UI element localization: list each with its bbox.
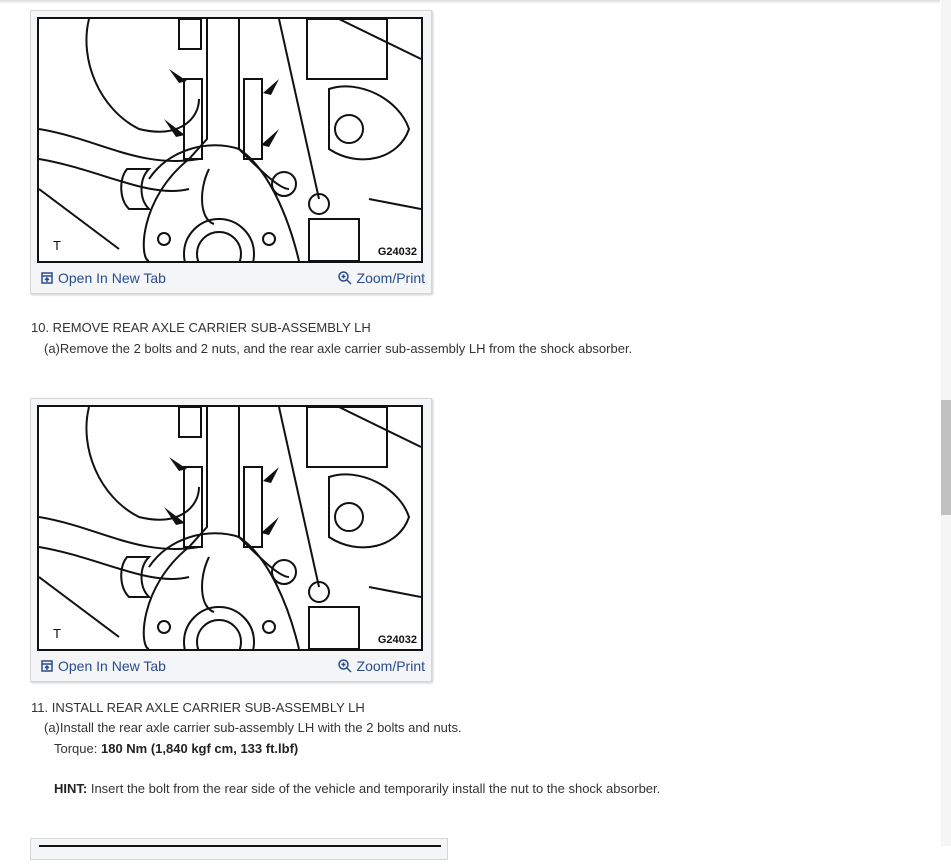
diagram-code: G24032 bbox=[377, 634, 417, 646]
step-10-title: 10. REMOVE REAR AXLE CARRIER SUB-ASSEMBL… bbox=[31, 320, 371, 335]
hint-text: Insert the bolt from the rear side of th… bbox=[87, 781, 661, 796]
scrollbar-thumb[interactable] bbox=[941, 400, 951, 515]
zoom-print-label: Zoom/Print bbox=[356, 658, 425, 674]
zoom-in-icon bbox=[337, 659, 352, 673]
torque-value: 180 Nm (1,840 kgf cm, 133 ft.lbf) bbox=[100, 741, 299, 756]
torque-label: Torque: bbox=[54, 741, 101, 756]
open-in-new-tab-link[interactable]: Open In New Tab bbox=[41, 270, 166, 286]
zoom-print-link[interactable]: Zoom/Print bbox=[337, 658, 425, 674]
diagram-corner-label: T bbox=[53, 626, 61, 641]
torque-spec: Torque: 180 Nm (1,840 kgf cm, 133 ft.lbf… bbox=[54, 741, 298, 756]
step-10-instruction: (a)Remove the 2 bolts and 2 nuts, and th… bbox=[44, 341, 633, 356]
step-11-title: 11. INSTALL REAR AXLE CARRIER SUB-ASSEMB… bbox=[31, 700, 365, 715]
diagram-corner-label: T bbox=[53, 238, 61, 253]
hint: HINT: Insert the bolt from the rear side… bbox=[54, 781, 660, 796]
diagram-image[interactable]: T G24032 bbox=[37, 17, 423, 263]
figure-3 bbox=[30, 838, 448, 860]
open-in-new-tab-link[interactable]: Open In New Tab bbox=[41, 658, 166, 674]
figure-2: T G24032 Open In New Tab Zoom/Print bbox=[30, 398, 432, 682]
header-shadow bbox=[0, 0, 940, 4]
zoom-in-icon bbox=[337, 271, 352, 285]
zoom-print-link[interactable]: Zoom/Print bbox=[337, 270, 425, 286]
diagram-image[interactable]: T G24032 bbox=[37, 405, 423, 651]
open-new-tab-icon bbox=[41, 272, 53, 284]
step-11-instruction: (a)Install the rear axle carrier sub-ass… bbox=[44, 720, 462, 735]
open-in-new-tab-label: Open In New Tab bbox=[58, 658, 166, 674]
hint-label: HINT: bbox=[54, 781, 88, 796]
diagram-code: G24032 bbox=[377, 246, 417, 258]
open-in-new-tab-label: Open In New Tab bbox=[58, 270, 166, 286]
diagram-image[interactable] bbox=[39, 845, 441, 867]
figure-1: T G24032 Open In New Tab Zoom/Print bbox=[30, 10, 432, 294]
zoom-print-label: Zoom/Print bbox=[356, 270, 425, 286]
open-new-tab-icon bbox=[41, 660, 53, 672]
